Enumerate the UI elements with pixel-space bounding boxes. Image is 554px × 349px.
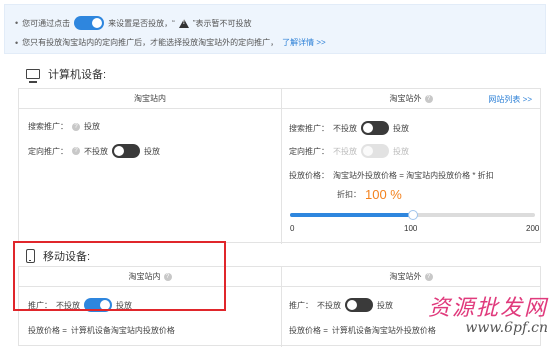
notice-line-2: • 您只有投放淘宝站内的定向推广后，才能选择投放淘宝站外的定向推广， 了解详情 …	[15, 37, 326, 48]
mobile-in-price-value: 计算机设备淘宝站内投放价格	[70, 326, 175, 335]
column-divider	[281, 267, 282, 347]
help-icon[interactable]: ?	[424, 94, 433, 103]
column-divider	[281, 89, 282, 244]
discount-value: 100 %	[365, 187, 402, 202]
pc-outside-target-toggle[interactable]	[361, 144, 389, 158]
notice-line1-mid: 来设置是否投放，“	[108, 18, 175, 28]
watermark-url: www.6pf.cn	[465, 320, 548, 336]
pc-section-title: 计算机设备:	[26, 66, 107, 83]
pc-out-search-on-label: 投放	[393, 123, 409, 133]
slider-handle[interactable]	[407, 210, 418, 220]
mobile-out-price-row: 投放价格 = 计算机设备淘宝站外投放价格	[289, 325, 436, 336]
notice-line1-prefix: 您可通过点击	[22, 18, 71, 28]
pc-outside-search-toggle[interactable]	[361, 121, 389, 135]
pc-target-row: 定向推广： ? 不投放 投放	[28, 144, 160, 158]
pc-out-target-off-label: 不投放	[333, 146, 357, 156]
discount-row: 折扣： 100 %	[337, 187, 402, 202]
pc-search-row: 搜索推广： ? 投放	[28, 121, 100, 132]
pc-search-label: 搜索推广：	[28, 122, 68, 131]
slider-min-label: 0	[290, 224, 295, 233]
help-icon[interactable]: ?	[72, 147, 80, 155]
bullet: •	[15, 37, 19, 48]
slider-max-label: 200	[526, 224, 540, 233]
pc-out-target-on-label: 投放	[393, 146, 409, 156]
mobile-right-header: 淘宝站外 ?	[281, 267, 541, 287]
mobile-out-off-label: 不投放	[317, 300, 341, 310]
pc-out-target-row: 定向推广： 不投放 投放	[289, 144, 409, 158]
notice-line2-text: 您只有投放淘宝站内的定向推广后，才能选择投放淘宝站外的定向推广，	[22, 38, 279, 47]
mobile-in-price-row: 投放价格 = 计算机设备淘宝站内投放价格	[28, 325, 175, 336]
learn-more-link[interactable]: 了解详情 >>	[282, 37, 326, 48]
example-toggle	[74, 16, 105, 30]
pc-out-target-label: 定向推广：	[289, 146, 329, 156]
slider-fill	[290, 213, 413, 217]
pc-out-search-row: 搜索推广： 不投放 投放	[289, 121, 409, 135]
pc-left-header-label: 淘宝站内	[134, 94, 166, 103]
watermark: 资源批发网 www.6pf.cn	[428, 290, 548, 336]
pc-out-search-off-label: 不投放	[333, 123, 357, 133]
site-list-link[interactable]: 网站列表 >>	[488, 94, 532, 105]
help-icon[interactable]: ?	[72, 122, 80, 131]
pc-inside-target-toggle[interactable]	[112, 144, 140, 158]
mobile-in-price-label: 投放价格 =	[28, 326, 67, 335]
mobile-out-price-label: 投放价格 =	[289, 326, 328, 335]
pc-title-text: 计算机设备:	[48, 69, 107, 81]
help-icon[interactable]: ?	[424, 272, 433, 281]
discount-label: 折扣：	[337, 190, 361, 199]
price-label: 投放价格：	[289, 171, 329, 180]
notice-line-1: • 您可通过点击 来设置是否投放，“ ”表示暂不可投放	[15, 16, 252, 30]
mobile-right-header-label: 淘宝站外	[389, 272, 422, 281]
notice-box: • 您可通过点击 来设置是否投放，“ ”表示暂不可投放 • 您只有投放淘宝站内的…	[4, 4, 546, 54]
pc-target-off-label: 不投放	[84, 146, 108, 156]
price-formula-row: 投放价格： 淘宝站外投放价格 = 淘宝站内投放价格 * 折扣	[289, 170, 494, 181]
highlight-frame	[13, 241, 226, 311]
watermark-title: 资源批发网	[427, 296, 548, 321]
pc-search-value: 投放	[84, 122, 100, 131]
mobile-out-row: 推广： 不投放 投放	[289, 298, 393, 312]
pc-target-on-label: 投放	[144, 146, 160, 156]
bullet: •	[15, 18, 19, 28]
discount-slider[interactable]	[290, 210, 535, 220]
notice-line1-suffix: ”表示暂不可投放	[192, 18, 252, 28]
pc-target-label: 定向推广：	[28, 146, 68, 156]
pc-left-header: 淘宝站内	[19, 89, 281, 109]
mobile-outside-toggle[interactable]	[345, 298, 373, 312]
mobile-out-price-value: 计算机设备淘宝站外投放价格	[331, 326, 436, 335]
mobile-out-on-label: 投放	[377, 300, 393, 310]
slider-mid-label: 100	[404, 224, 418, 233]
warning-icon	[178, 18, 189, 28]
pc-out-search-label: 搜索推广：	[289, 123, 329, 133]
pc-right-header-label: 淘宝站外	[389, 94, 422, 103]
mobile-out-label: 推广：	[289, 300, 313, 310]
pc-settings-panel: 淘宝站内 淘宝站外 ? 网站列表 >> 搜索推广： ? 投放 定向推广： ? 不…	[18, 88, 541, 244]
price-formula: 淘宝站外投放价格 = 淘宝站内投放价格 * 折扣	[333, 171, 494, 180]
computer-icon	[26, 69, 40, 83]
